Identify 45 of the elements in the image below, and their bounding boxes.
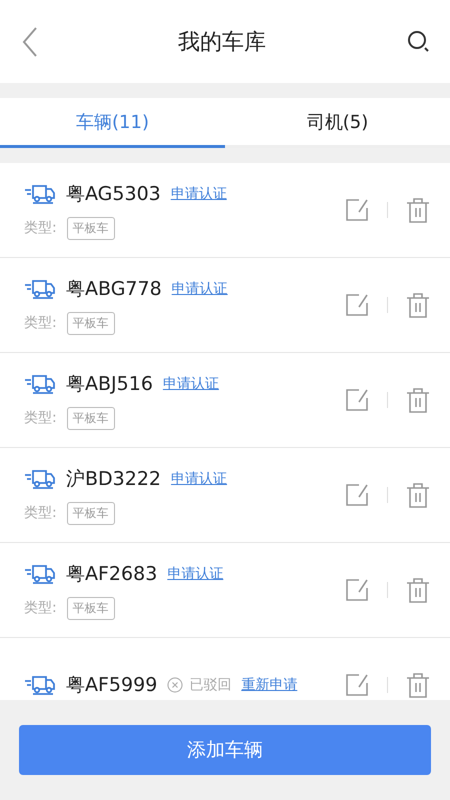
edit-button[interactable] (345, 198, 369, 222)
type-label: 类型: (24, 599, 57, 617)
edit-button[interactable] (345, 578, 369, 602)
truck-icon (24, 468, 56, 490)
truck-icon (24, 674, 56, 696)
rejected-icon (167, 677, 184, 693)
plate-number: 粤AF2683 (66, 562, 158, 586)
type-tag: 平板车 (66, 596, 115, 620)
type-tag: 平板车 (66, 406, 115, 430)
apply-link[interactable]: 申请认证 (170, 184, 227, 202)
type-label: 类型: (24, 409, 57, 427)
edit-button[interactable] (345, 388, 369, 412)
back-button[interactable] (22, 26, 38, 56)
type-tag: 平板车 (66, 216, 115, 240)
reapply-link[interactable]: 重新申请 (241, 676, 298, 694)
type-label: 类型: (24, 314, 57, 332)
apply-link[interactable]: 申请认证 (162, 374, 219, 392)
truck-icon (24, 372, 56, 394)
edit-button[interactable] (345, 293, 369, 317)
type-tag: 平板车 (66, 312, 115, 334)
type-label: 类型: (24, 504, 57, 522)
plate-number: 粤ABJ516 (66, 372, 153, 396)
truck-icon (24, 278, 56, 300)
truck-icon (24, 562, 56, 584)
plate-number: 沪BD3222 (66, 466, 162, 492)
delete-button[interactable] (406, 672, 430, 698)
add-vehicle-button[interactable]: 添加车辆 (19, 725, 431, 775)
page-title: 我的车库 (178, 28, 266, 56)
delete-button[interactable] (406, 197, 430, 223)
edit-button[interactable] (345, 483, 369, 507)
delete-button[interactable] (406, 482, 430, 508)
type-tag: 平板车 (66, 502, 115, 524)
edit-button[interactable] (345, 673, 369, 697)
delete-button[interactable] (406, 387, 430, 413)
plate-number: 粤AG5303 (66, 182, 161, 206)
truck-icon (24, 182, 56, 204)
plate-number: 粤AF5999 (66, 673, 158, 698)
delete-button[interactable] (406, 292, 430, 318)
status-label: 已驳回 (189, 676, 232, 694)
apply-link[interactable]: 申请认证 (171, 470, 228, 488)
type-label: 类型: (24, 219, 57, 237)
apply-link[interactable]: 申请认证 (172, 280, 228, 298)
plate-number: 粤ABG778 (66, 276, 162, 302)
apply-link[interactable]: 申请认证 (167, 564, 224, 582)
delete-button[interactable] (406, 577, 430, 603)
